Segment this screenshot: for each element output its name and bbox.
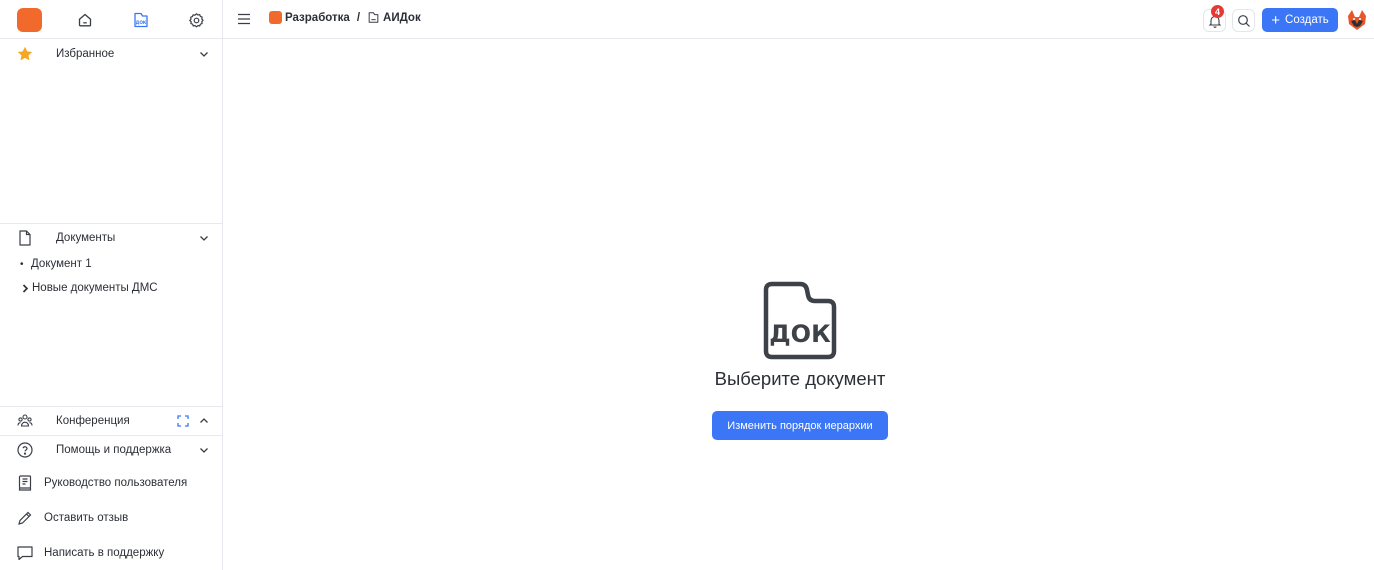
search-icon xyxy=(1237,14,1250,27)
chevron-right-icon[interactable] xyxy=(20,283,31,294)
search-button[interactable] xyxy=(1232,9,1255,32)
breadcrumb: Разработка / АИДок xyxy=(269,11,421,24)
settings-icon[interactable] xyxy=(185,9,207,31)
documents-section-header[interactable]: Документы xyxy=(0,224,222,252)
feedback-label: Оставить отзыв xyxy=(44,512,129,524)
notification-count-badge: 4 xyxy=(1211,5,1224,18)
user-manual-link[interactable]: Руководство пользователя xyxy=(0,471,222,495)
chevron-down-icon[interactable] xyxy=(198,444,210,456)
create-button[interactable]: + Создать xyxy=(1262,8,1338,32)
support-label: Написать в поддержку xyxy=(44,547,165,559)
folder-list-item[interactable]: Новые документы ДМС xyxy=(20,282,158,294)
feedback-link[interactable]: Оставить отзыв xyxy=(0,506,222,530)
documents-label: Документы xyxy=(56,232,116,244)
document-list-item[interactable]: • Документ 1 xyxy=(20,258,92,270)
help-label: Помощь и поддержка xyxy=(56,444,172,456)
doc-app-icon xyxy=(368,12,379,23)
app-logo[interactable] xyxy=(17,8,42,32)
help-section-header[interactable]: Помощь и поддержка xyxy=(0,436,222,464)
sidebar-top-bar: ДОК xyxy=(0,0,222,39)
user-manual-label: Руководство пользователя xyxy=(44,477,188,489)
doc-placeholder-text: ДОК xyxy=(769,320,831,348)
pencil-icon xyxy=(18,511,32,525)
people-icon xyxy=(17,414,33,427)
chevron-down-icon[interactable] xyxy=(198,48,210,60)
avatar[interactable] xyxy=(1345,8,1369,32)
create-button-label: Создать xyxy=(1285,14,1329,26)
breadcrumb-current[interactable]: АИДок xyxy=(383,12,421,24)
star-icon xyxy=(17,46,33,61)
conference-label: Конференция xyxy=(56,415,130,427)
top-bar: Разработка / АИДок 4 + Создать xyxy=(223,0,1374,39)
reorder-hierarchy-button[interactable]: Изменить порядок иерархии xyxy=(712,411,888,440)
sidebar: ДОК Избранное Документы • Документ 1 Нов… xyxy=(0,0,223,570)
doc-placeholder-icon: ДОК xyxy=(763,281,837,360)
document-item-label: Документ 1 xyxy=(31,258,92,270)
project-square-icon xyxy=(269,11,282,24)
manual-icon xyxy=(18,475,32,491)
support-link[interactable]: Написать в поддержку xyxy=(0,541,222,565)
chevron-down-icon[interactable] xyxy=(198,232,210,244)
bullet-icon: • xyxy=(20,258,24,270)
chat-icon xyxy=(17,546,33,561)
help-circle-icon xyxy=(17,442,33,458)
breadcrumb-project[interactable]: Разработка xyxy=(285,12,350,24)
menu-icon[interactable] xyxy=(236,11,252,27)
doc-app-icon[interactable]: ДОК xyxy=(130,9,152,31)
favorites-label: Избранное xyxy=(56,48,115,60)
expand-icon[interactable] xyxy=(177,415,189,427)
plus-icon: + xyxy=(1271,11,1281,29)
empty-state-title: Выберите документ xyxy=(714,368,886,389)
chevron-up-icon[interactable] xyxy=(198,415,210,427)
conference-section-header[interactable]: Конференция xyxy=(0,407,222,435)
home-icon[interactable] xyxy=(74,9,96,31)
breadcrumb-separator: / xyxy=(356,11,361,24)
avatar-image xyxy=(1345,8,1369,32)
favorites-section-header[interactable]: Избранное xyxy=(0,40,222,68)
document-icon xyxy=(19,230,31,246)
folder-item-label: Новые документы ДМС xyxy=(32,282,158,294)
svg-text:ДОК: ДОК xyxy=(136,20,147,25)
